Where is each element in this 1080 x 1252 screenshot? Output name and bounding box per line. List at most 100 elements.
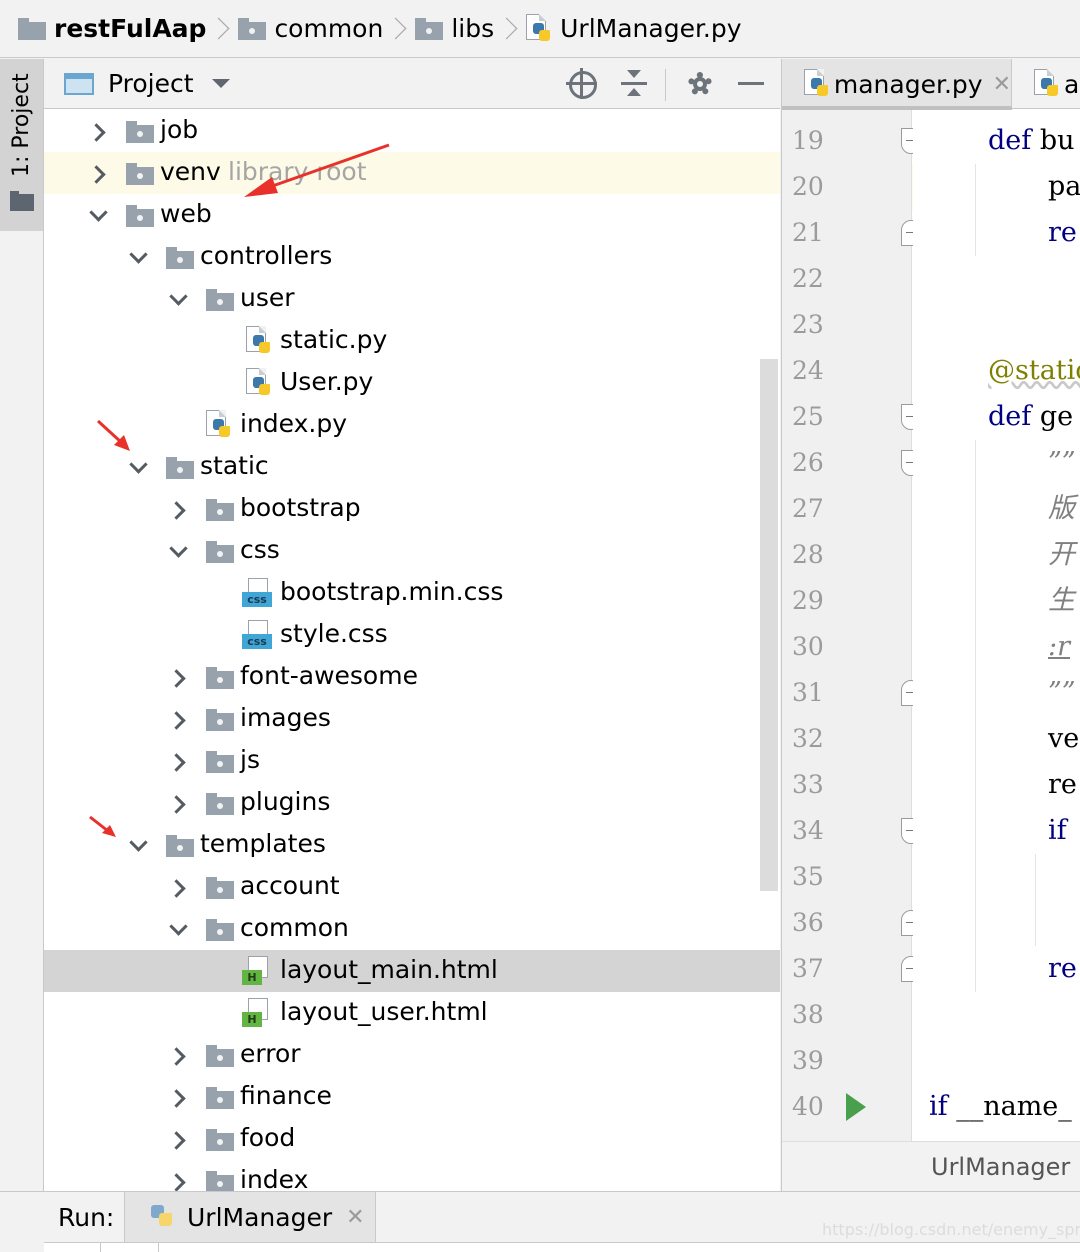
chevron-right-icon[interactable]: [170, 712, 184, 726]
run-tool-window: Run: UrlManager ✕ https://blog.csdn.net/…: [0, 1191, 1080, 1252]
gear-icon[interactable]: [684, 68, 716, 100]
chevron-right-icon[interactable]: [170, 754, 184, 768]
tree-file[interactable]: static.py: [44, 320, 780, 362]
project-tool-window-button[interactable]: 1: Project: [0, 59, 43, 231]
hide-panel-icon[interactable]: [736, 68, 768, 100]
tree-file[interactable]: index.py: [44, 404, 780, 446]
tree-item-label: images: [240, 703, 331, 732]
editor-gutter[interactable]: 19 20 21 22 23 24 25 26 27 28 29 30 31 32 33 34 35 36 37 38…: [782, 110, 921, 1141]
code-line: re: [1048, 217, 1077, 248]
line-number: 30: [792, 632, 824, 661]
chevron-down-icon[interactable]: [130, 250, 144, 264]
tree-folder[interactable]: static: [44, 446, 780, 488]
tree-file[interactable]: Hlayout_user.html: [44, 992, 780, 1034]
chevron-right-icon[interactable]: [170, 1048, 184, 1062]
editor-breadcrumb[interactable]: UrlManager: [782, 1141, 1080, 1191]
tree-folder[interactable]: finance: [44, 1076, 780, 1118]
tab-next-file[interactable]: ap: [1032, 59, 1080, 109]
tree-item-label: controllers: [200, 241, 333, 270]
project-panel: Project job venv library root web controller…: [44, 59, 780, 1191]
chevron-right-icon[interactable]: [170, 1132, 184, 1146]
chevron-right-icon[interactable]: [90, 124, 104, 138]
tree-file[interactable]: css bootstrap.min.css: [44, 572, 780, 614]
close-icon[interactable]: ✕: [993, 72, 1011, 97]
tree-folder[interactable]: web: [44, 194, 780, 236]
tree-folder[interactable]: account: [44, 866, 780, 908]
collapse-all-icon[interactable]: [619, 68, 651, 100]
tree-file[interactable]: User.py: [44, 362, 780, 404]
tree-folder[interactable]: js: [44, 740, 780, 782]
code-area[interactable]: def bu pa re @static def ge ”” 版开生:r ”” ve re if re…: [913, 110, 1080, 1141]
folder-icon: [206, 792, 234, 821]
line-number: 27: [792, 494, 824, 523]
indent-guide: [975, 164, 976, 256]
close-icon[interactable]: ✕: [346, 1205, 364, 1230]
tree-file[interactable]: Hlayout_main.html: [44, 950, 780, 992]
tree-file[interactable]: css style.css: [44, 614, 780, 656]
folder-icon: [206, 1044, 234, 1073]
html-file-icon: H: [242, 998, 272, 1034]
tree-item-label: plugins: [240, 787, 331, 816]
run-tab[interactable]: UrlManager ✕: [124, 1192, 376, 1242]
tree-folder[interactable]: user: [44, 278, 780, 320]
folder-icon: [166, 246, 194, 275]
toolbar-divider: [665, 69, 666, 101]
run-icon[interactable]: [846, 1093, 866, 1121]
tree-scrollbar[interactable]: [760, 359, 778, 891]
code-line: if: [1048, 815, 1067, 846]
run-console[interactable]: [44, 1242, 1080, 1252]
locate-icon[interactable]: [566, 68, 598, 100]
chevron-down-icon[interactable]: [130, 460, 144, 474]
chevron-right-icon[interactable]: [170, 670, 184, 684]
chevron-right-icon[interactable]: [170, 880, 184, 894]
folder-icon: [206, 498, 234, 527]
tree-folder[interactable]: food: [44, 1118, 780, 1160]
tree-folder[interactable]: images: [44, 698, 780, 740]
line-number: 19: [792, 126, 824, 155]
tree-folder[interactable]: error: [44, 1034, 780, 1076]
tab-manager-py[interactable]: manager.py ✕: [782, 59, 1012, 110]
breadcrumb: restFulAap common libs UrlManager.py: [0, 0, 1080, 58]
folder-icon: [206, 666, 234, 695]
breadcrumb-item-project[interactable]: restFulAap: [18, 0, 206, 57]
tree-item-label: bootstrap.min.css: [280, 577, 504, 606]
folder-icon: [206, 1128, 234, 1157]
chevron-right-icon[interactable]: [170, 1090, 184, 1104]
chevron-right-icon[interactable]: [90, 166, 104, 180]
tree-folder[interactable]: templates: [44, 824, 780, 866]
python-icon: [149, 1202, 175, 1232]
annotation-arrow: [244, 143, 390, 197]
folder-icon: [206, 918, 234, 947]
tree-item-label: web: [160, 199, 212, 228]
chevron-right-icon[interactable]: [170, 502, 184, 516]
folder-icon: [166, 456, 194, 485]
code-line: 开: [1048, 539, 1075, 570]
code-line: if __name_: [929, 1091, 1072, 1122]
chevron-right-icon[interactable]: [170, 796, 184, 810]
chevron-down-icon[interactable]: [170, 292, 184, 306]
folder-icon: [206, 1170, 234, 1191]
breadcrumb-item-file[interactable]: UrlManager.py: [526, 0, 742, 57]
breadcrumb-item-common[interactable]: common: [238, 0, 383, 57]
folder-icon: [206, 540, 234, 569]
tree-folder[interactable]: plugins: [44, 782, 780, 824]
tree-folder[interactable]: venv library root: [44, 152, 780, 194]
chevron-down-icon[interactable]: [90, 208, 104, 222]
chevron-down-icon[interactable]: [130, 838, 144, 852]
run-label: Run:: [58, 1203, 115, 1232]
project-view-selector[interactable]: Project: [108, 69, 194, 98]
chevron-down-icon[interactable]: [170, 544, 184, 558]
tree-folder[interactable]: index: [44, 1160, 780, 1191]
tree-folder[interactable]: font-awesome: [44, 656, 780, 698]
editor-tabs: manager.py ✕ ap: [782, 59, 1080, 110]
tree-item-label: venv: [160, 157, 221, 186]
tree-folder[interactable]: common: [44, 908, 780, 950]
tree-folder[interactable]: bootstrap: [44, 488, 780, 530]
chevron-right-icon[interactable]: [170, 1174, 184, 1188]
chevron-down-icon[interactable]: [211, 79, 230, 88]
tree-folder[interactable]: css: [44, 530, 780, 572]
breadcrumb-item-libs[interactable]: libs: [415, 0, 494, 57]
tree-folder[interactable]: controllers: [44, 236, 780, 278]
chevron-down-icon[interactable]: [170, 922, 184, 936]
tree-folder[interactable]: job: [44, 110, 780, 152]
